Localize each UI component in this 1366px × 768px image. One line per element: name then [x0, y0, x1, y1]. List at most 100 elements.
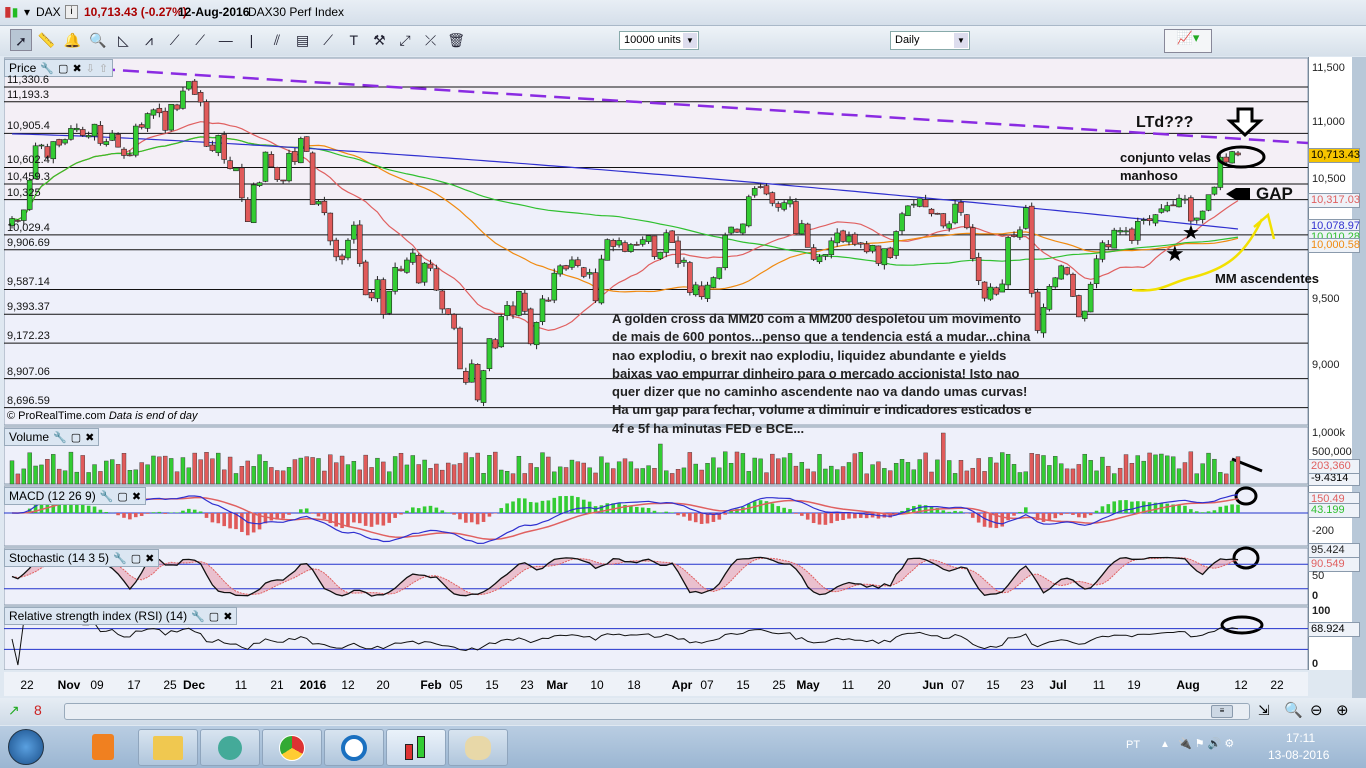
close-icon[interactable]: ✖: [72, 62, 81, 75]
clock-date[interactable]: 13-08-2016: [1268, 748, 1329, 762]
volume-bar: [534, 467, 539, 485]
triangle-pattern-icon[interactable]: ◺: [112, 29, 134, 51]
indicators-button[interactable]: 📈▾: [1164, 29, 1212, 53]
date-axis[interactable]: 22 Nov 09 17 25 Dec 11 21 2016 12 20 Feb 05 15 23 Mar 10…: [4, 672, 1308, 696]
candle-body: [940, 213, 947, 227]
candle-body: [527, 308, 534, 345]
taskbar-app[interactable]: [324, 729, 384, 766]
fibonacci-icon[interactable]: ▤: [292, 29, 314, 51]
volume-bar: [451, 464, 457, 485]
media-player-icon[interactable]: [92, 734, 114, 760]
vertical-line-icon[interactable]: |: [240, 29, 262, 51]
text-icon[interactable]: T: [343, 29, 365, 51]
taskbar-prorealtime[interactable]: [386, 729, 446, 766]
close-icon[interactable]: ✖: [145, 552, 154, 565]
window-icon[interactable]: ▢: [209, 610, 219, 623]
close-icon[interactable]: ✖: [223, 610, 232, 623]
window-icon[interactable]: ▢: [58, 62, 68, 75]
move-up-icon[interactable]: ⇧: [99, 62, 108, 75]
macd-histogram-bar: [304, 508, 309, 513]
volume-bar: [1194, 473, 1199, 485]
candle-body: [899, 213, 905, 232]
candle-body: [256, 182, 263, 186]
date-axis-label: Jul: [1049, 678, 1067, 692]
level-label: 8,696.59: [7, 394, 50, 407]
annotation-mm: MM ascendentes: [1215, 271, 1320, 286]
wrench-icon[interactable]: 🔧: [100, 490, 114, 503]
alarm-bell-icon[interactable]: 🔔: [61, 29, 83, 51]
move-down-icon[interactable]: ⇩: [86, 62, 95, 75]
macd-histogram-bar: [1177, 504, 1181, 513]
taskbar-messenger[interactable]: [200, 729, 260, 766]
wrench-icon[interactable]: 🔧: [113, 552, 127, 565]
window-icon[interactable]: ▢: [117, 490, 127, 503]
pointer-icon[interactable]: ➚: [10, 29, 32, 51]
volume-bar: [1005, 454, 1011, 485]
ruler-icon[interactable]: 📏: [36, 29, 58, 51]
info-icon[interactable]: i: [65, 5, 78, 19]
horizontal-scrollbar[interactable]: ≡: [64, 703, 1250, 720]
candle-body: [981, 281, 988, 299]
date-axis-label: 11: [1092, 678, 1106, 692]
auto-scroll-icon[interactable]: ↗: [8, 702, 20, 719]
period-select[interactable]: Daily ▼: [890, 31, 970, 50]
zoom-out-icon[interactable]: ⊖: [1310, 701, 1323, 719]
channel-icon[interactable]: ⩘: [138, 29, 160, 51]
macd-panel: [4, 485, 1308, 547]
zoom-in-icon[interactable]: ⊕: [1336, 701, 1349, 719]
taskbar-chrome[interactable]: [262, 729, 322, 766]
volume-bar: [493, 451, 498, 485]
candle-body: [692, 284, 699, 296]
window-icon[interactable]: ▢: [71, 431, 81, 444]
wrench-icon[interactable]: 🔧: [53, 431, 67, 444]
candle-body: [639, 239, 646, 245]
horizontal-line-icon[interactable]: —: [215, 29, 237, 51]
macd-histogram-bar: [847, 513, 851, 519]
zoom-fit-icon[interactable]: 🔍: [1284, 701, 1303, 719]
macd-histogram-bar: [475, 513, 480, 525]
macd-histogram-bar: [546, 500, 551, 513]
level-label: 10,602.4: [7, 154, 50, 167]
tray-arrow-icon[interactable]: ▲: [1160, 739, 1170, 750]
tray-icons[interactable]: 🔌 ⚑ 🔊 ⚙: [1178, 737, 1234, 750]
chart-link-icon[interactable]: 8: [34, 702, 42, 718]
candle-body: [1005, 237, 1011, 286]
cross-line-icon[interactable]: ⤫: [420, 29, 442, 51]
close-icon[interactable]: ✖: [85, 431, 94, 444]
chart-fit-icon[interactable]: ⇲: [1258, 702, 1270, 719]
scroll-thumb[interactable]: ≡: [1211, 705, 1233, 718]
trend-channel-icon[interactable]: ⟋: [317, 29, 339, 51]
volume-bar: [163, 455, 168, 485]
line-icon[interactable]: ⟋: [189, 29, 211, 51]
tools-icon[interactable]: ⚒: [368, 29, 390, 51]
volume-bar: [9, 460, 15, 485]
wrench-icon[interactable]: 🔧: [191, 610, 205, 623]
candle-body: [345, 239, 351, 259]
candles-icon[interactable]: ▮▮: [4, 3, 18, 20]
candle-body: [262, 151, 269, 182]
parallel-lines-icon[interactable]: ⫽: [266, 29, 288, 51]
segment-icon[interactable]: ⟋: [164, 29, 186, 51]
candle-body: [339, 255, 345, 261]
taskbar-paint[interactable]: [448, 729, 508, 766]
units-select[interactable]: 10000 units ▼: [619, 31, 699, 50]
volume-bar: [375, 457, 380, 485]
taskbar-explorer[interactable]: [138, 729, 198, 766]
date-axis-label: 07: [700, 678, 714, 692]
macd-histogram-bar: [434, 507, 439, 513]
start-button[interactable]: [8, 729, 44, 765]
magnifier-icon[interactable]: 🔍: [87, 29, 109, 51]
dropdown-icon[interactable]: ▾: [24, 5, 30, 19]
candle-body: [351, 224, 357, 240]
clock-time[interactable]: 17:11: [1286, 731, 1315, 745]
close-icon[interactable]: ✖: [132, 490, 141, 503]
arrows-icon[interactable]: ⤢: [394, 29, 416, 51]
volume-bar: [640, 468, 645, 485]
language-indicator[interactable]: PT: [1126, 739, 1140, 751]
window-icon[interactable]: ▢: [131, 552, 141, 565]
macd-histogram-bar: [428, 505, 433, 513]
panel-title: Relative strength index (RSI) (14): [9, 609, 188, 623]
trash-icon[interactable]: 🗑: [445, 29, 467, 51]
volume-bar: [210, 458, 215, 485]
symbol[interactable]: DAX: [36, 5, 61, 19]
